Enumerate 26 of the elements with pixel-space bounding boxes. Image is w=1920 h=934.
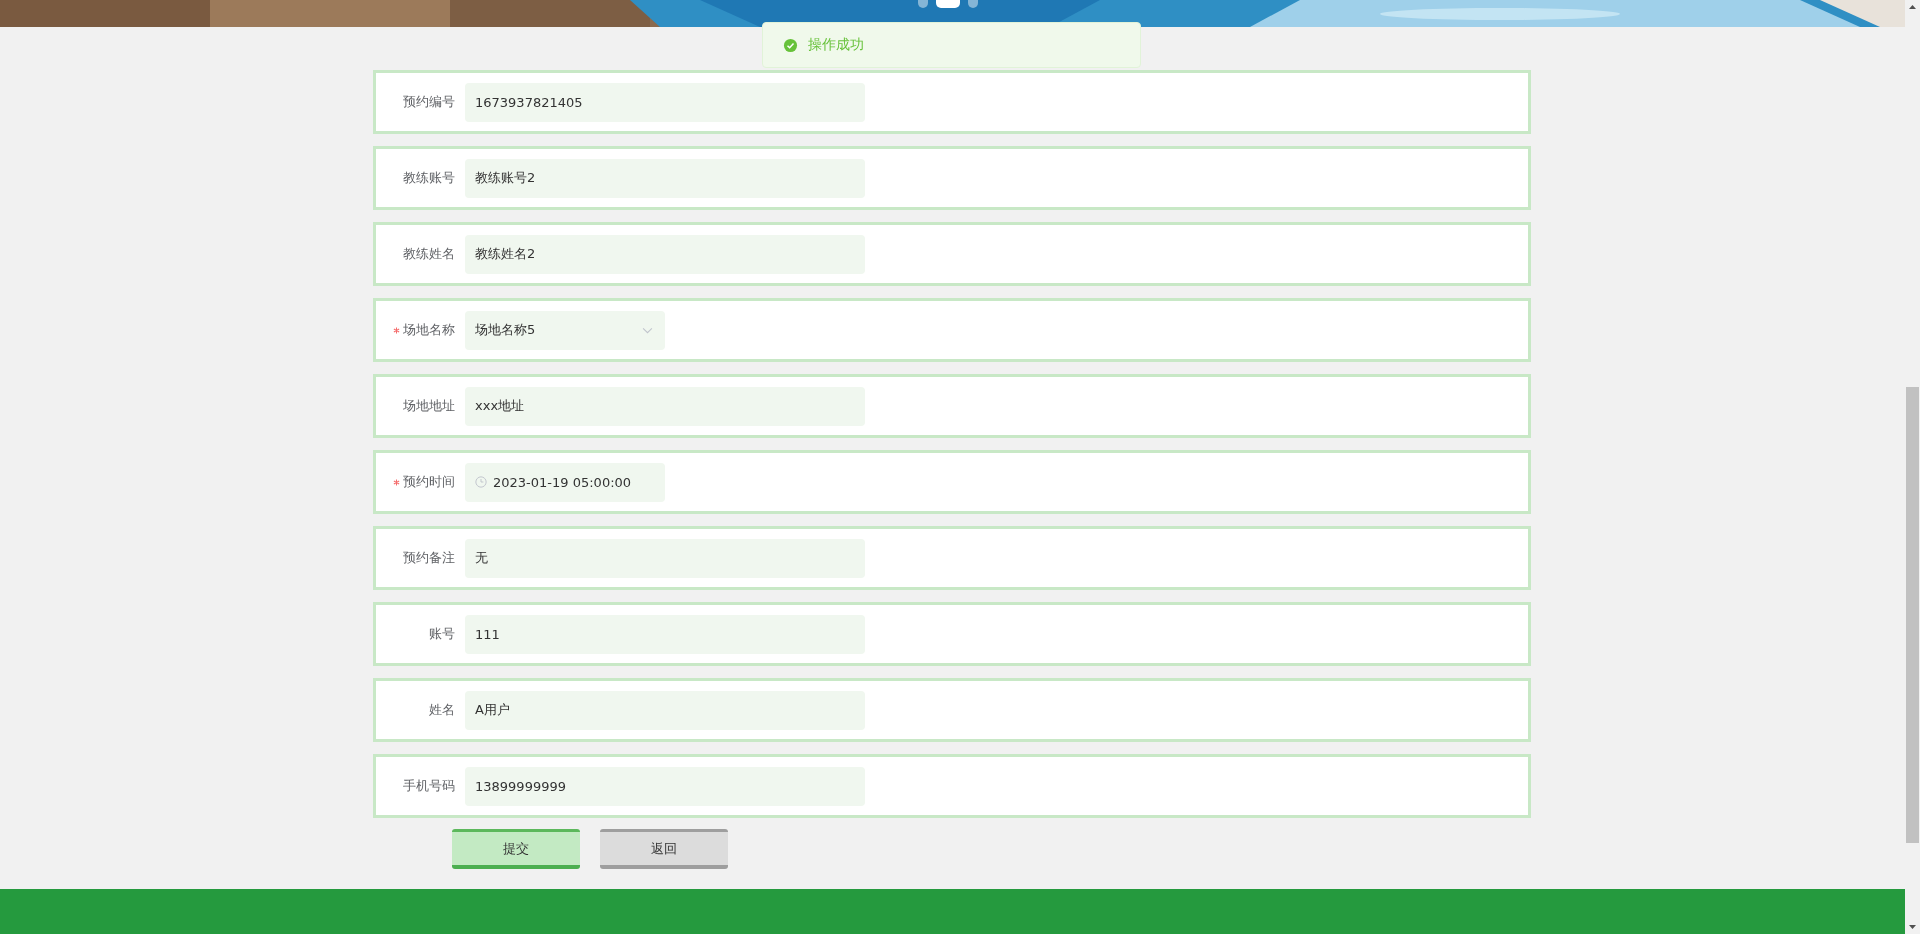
back-button[interactable]: 返回 [600, 829, 728, 869]
submit-button[interactable]: 提交 [452, 829, 580, 869]
toast-text: 操作成功 [808, 36, 864, 54]
input-field[interactable]: 教练账号2 [465, 158, 865, 198]
date-field[interactable]: 2023-01-19 05:00:00 [465, 462, 665, 502]
check-circle-icon [783, 37, 798, 53]
input-field[interactable]: 111 [465, 614, 865, 654]
input-field[interactable]: 1673937821405 [465, 82, 865, 122]
input-field[interactable]: xxx地址 [465, 386, 865, 426]
input-field[interactable]: A用户 [465, 690, 865, 730]
field-label: 预约备注 [403, 549, 455, 567]
field-label: 手机号码 [403, 777, 455, 795]
input-field[interactable]: 教练姓名2 [465, 234, 865, 274]
field-label: 场地名称 [403, 321, 455, 339]
clock-icon [475, 476, 487, 488]
field-label: 教练账号 [403, 169, 455, 187]
input-field[interactable]: 13899999999 [465, 766, 865, 806]
field-label: 场地地址 [403, 397, 455, 415]
field-label: 预约编号 [403, 93, 455, 111]
field-label: 教练姓名 [403, 245, 455, 263]
input-field[interactable]: 无 [465, 538, 865, 578]
select-field[interactable]: 场地名称5 [465, 310, 665, 350]
field-label: 姓名 [429, 701, 455, 719]
field-label: 预约时间 [403, 473, 455, 491]
chevron-down-icon [642, 326, 653, 334]
field-label: 账号 [429, 625, 455, 643]
